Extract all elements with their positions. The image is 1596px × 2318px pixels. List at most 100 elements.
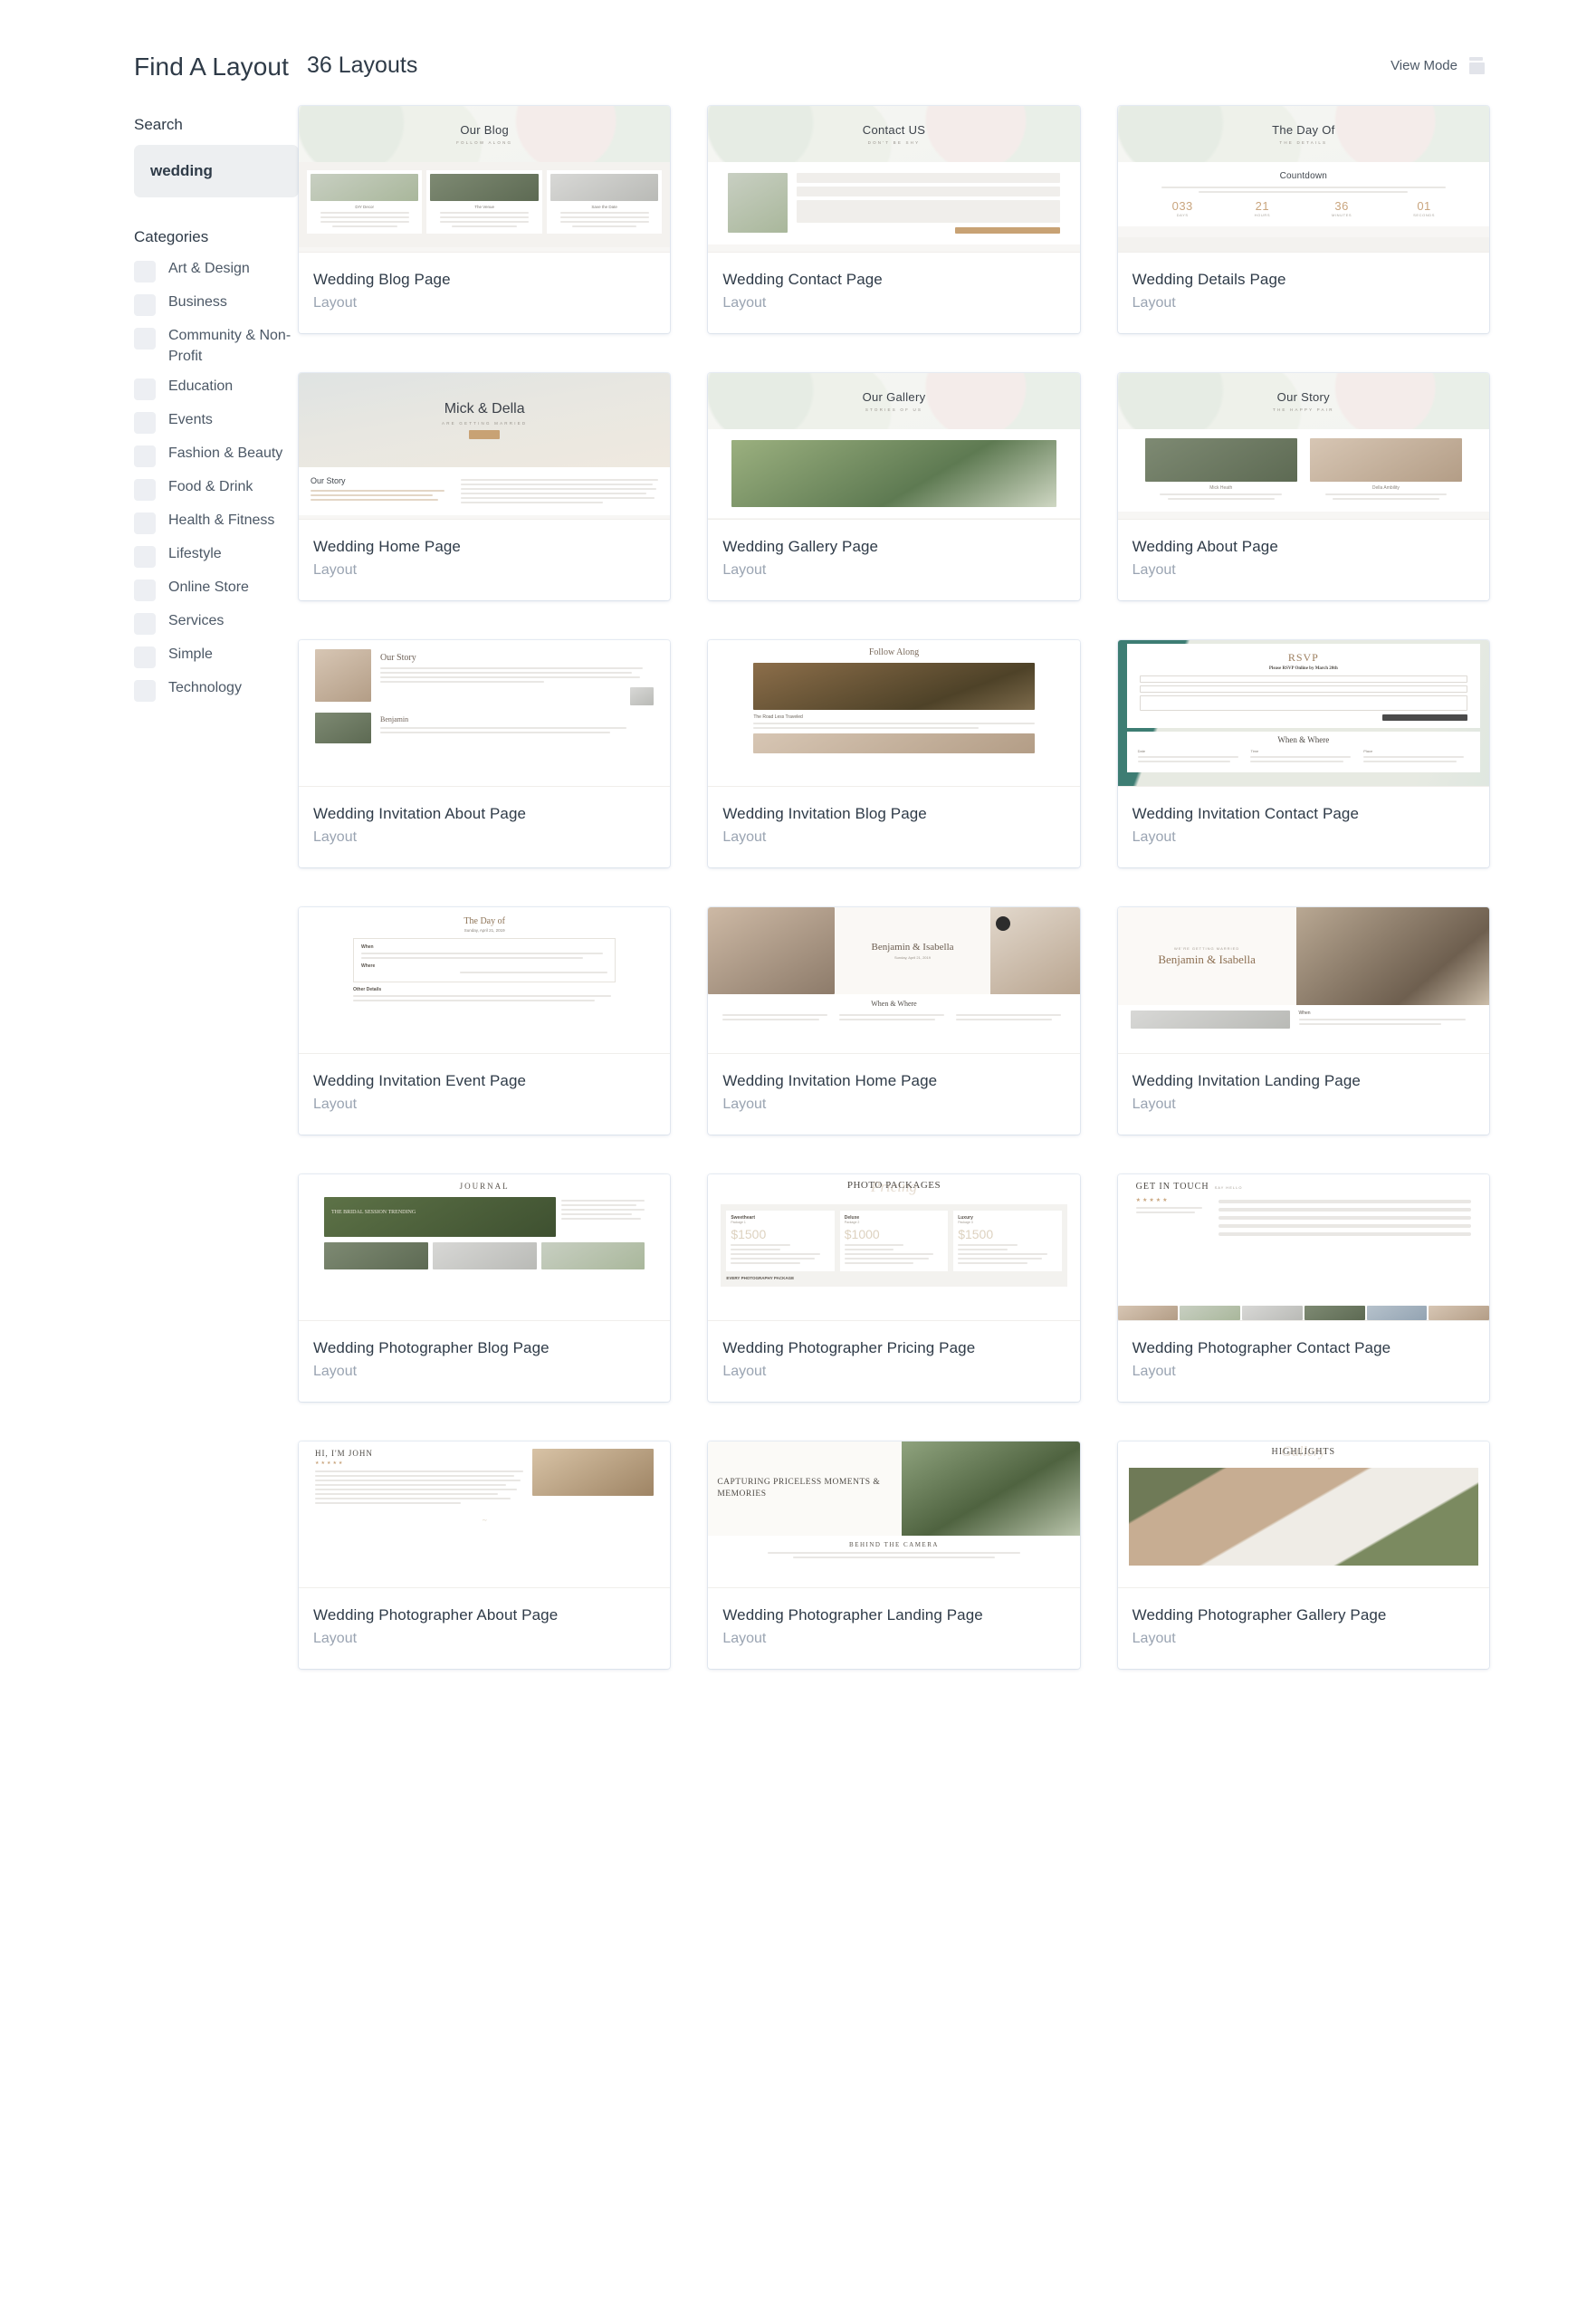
- checkbox-icon[interactable]: [134, 479, 156, 502]
- layout-card-footer: Wedding Invitation Home Page Layout: [708, 1054, 1079, 1135]
- checkbox-icon[interactable]: [134, 445, 156, 468]
- layout-card[interactable]: The Day Of THE DETAILS Countdown 033 DAY…: [1117, 106, 1489, 333]
- checkbox-icon[interactable]: [134, 580, 156, 602]
- search-label: Search: [134, 116, 183, 133]
- thumb-subheading: DON'T BE SHY: [867, 140, 921, 145]
- checkbox-icon[interactable]: [134, 512, 156, 535]
- thumb-heading: PHOTO PACKAGES: [846, 1180, 941, 1191]
- checkbox-icon[interactable]: [134, 328, 156, 350]
- category-item-technology[interactable]: Technology: [134, 678, 299, 703]
- layout-title: Wedding Invitation Blog Page: [722, 805, 927, 822]
- layout-card[interactable]: Contact US DON'T BE SHY Wedding Contact …: [708, 106, 1080, 333]
- layout-card[interactable]: JOURNAL THE BRIDAL SESSION TRENDING Wedd…: [299, 1174, 671, 1402]
- thumb-subheading: Sunday, April 21, 2019: [894, 955, 931, 961]
- layout-card-footer: Wedding Invitation Landing Page Layout: [1118, 1054, 1489, 1135]
- thumb-subheading: FOLLOW ALONG: [456, 140, 513, 145]
- layout-thumbnail: Our Story THE HAPPY PAIR Mick Heath Dell…: [1117, 373, 1489, 520]
- category-item-online-store[interactable]: Online Store: [134, 578, 299, 602]
- layout-title: Wedding Home Page: [313, 538, 461, 555]
- layout-thumbnail: Contact US DON'T BE SHY: [708, 106, 1080, 253]
- layout-card[interactable]: Pricing PHOTO PACKAGES Sweetheart Packag…: [708, 1174, 1080, 1402]
- category-label: Education: [168, 378, 234, 395]
- categories-label: Categories: [134, 228, 209, 245]
- layout-card[interactable]: The Day of Sunday, April 21, 2019 When W…: [299, 907, 671, 1135]
- layout-thumbnail: JOURNAL THE BRIDAL SESSION TRENDING: [299, 1174, 671, 1321]
- layout-card[interactable]: RSVP Please RSVP Online by March 20th Wh…: [1117, 640, 1489, 867]
- layout-card[interactable]: Our Story Benjamin Wedding Invitation Ab…: [299, 640, 671, 867]
- thumb-heading: Follow Along: [868, 647, 920, 657]
- category-label: Business: [168, 294, 227, 310]
- layout-card-footer: Wedding About Page Layout: [1118, 520, 1489, 600]
- category-item-fashion-beauty[interactable]: Fashion & Beauty: [134, 444, 299, 468]
- layout-thumbnail: CAPTURING PRICELESS MOMENTS & MEMORIES B…: [708, 1442, 1080, 1588]
- layout-card[interactable]: Our Blog FOLLOW ALONG DIY Decor The Venu…: [299, 106, 671, 333]
- search-input[interactable]: wedding: [134, 145, 299, 197]
- checkbox-icon[interactable]: [134, 647, 156, 669]
- grid-view-icon[interactable]: [1469, 56, 1489, 76]
- layout-card[interactable]: Our Gallery STORIES OF US Wedding Galler…: [708, 373, 1080, 600]
- layout-card[interactable]: HI, I'M JOHN ★★★★★ ~ Wedding Photographe…: [299, 1442, 671, 1669]
- thumb-heading: Mick & Della: [444, 401, 525, 417]
- layout-subtitle: Layout: [1132, 295, 1176, 311]
- category-item-health-fitness[interactable]: Health & Fitness: [134, 511, 299, 535]
- thumb-heading: HIGHLIGHTS: [1271, 1447, 1336, 1457]
- category-item-education[interactable]: Education: [134, 377, 299, 401]
- category-item-simple[interactable]: Simple: [134, 645, 299, 669]
- category-label: Lifestyle: [168, 546, 222, 562]
- view-mode-label: View Mode: [1391, 58, 1457, 73]
- layout-title: Wedding Invitation Event Page: [313, 1072, 527, 1089]
- layout-card[interactable]: Follow Along The Road Less Traveled Wedd…: [708, 640, 1080, 867]
- layout-card-footer: Wedding Gallery Page Layout: [708, 520, 1079, 600]
- countdown-value: 36: [1334, 199, 1349, 213]
- checkbox-icon[interactable]: [134, 261, 156, 283]
- checkbox-icon[interactable]: [134, 680, 156, 703]
- layout-title: Wedding Photographer Contact Page: [1132, 1339, 1391, 1356]
- thumb-heading: The Day of: [464, 916, 505, 926]
- layout-subtitle: Layout: [313, 1364, 358, 1379]
- thumb-heading: Our Blog: [460, 123, 510, 137]
- checkbox-icon[interactable]: [134, 294, 156, 316]
- layout-card[interactable]: WE'RE GETTING MARRIED Benjamin & Isabell…: [1117, 907, 1489, 1135]
- checkbox-icon[interactable]: [134, 378, 156, 401]
- view-mode-control[interactable]: View Mode: [1391, 56, 1489, 76]
- layout-card-footer: Wedding Photographer Gallery Page Layout: [1118, 1588, 1489, 1669]
- layout-card[interactable]: Gallery HIGHLIGHTS Wedding Photographer …: [1117, 1442, 1489, 1669]
- category-label: Online Store: [168, 580, 249, 596]
- checkbox-icon[interactable]: [134, 412, 156, 435]
- layout-card[interactable]: Our Story THE HAPPY PAIR Mick Heath Dell…: [1117, 373, 1489, 600]
- plan-price: $1500: [958, 1227, 994, 1241]
- results-header: 36 Layouts View Mode: [299, 53, 1489, 79]
- category-item-lifestyle[interactable]: Lifestyle: [134, 544, 299, 569]
- thumb-label: Other Details: [353, 987, 382, 992]
- thumb-label: When: [361, 944, 374, 950]
- category-item-services[interactable]: Services: [134, 611, 299, 636]
- checkbox-icon[interactable]: [134, 546, 156, 569]
- thumb-section-title: Countdown: [1279, 171, 1328, 181]
- thumb-column-label: Place: [1363, 749, 1373, 753]
- thumb-section-title: BEHIND THE CAMERA: [849, 1541, 939, 1548]
- plan-price: $1000: [844, 1227, 880, 1241]
- layout-card[interactable]: Benjamin & Isabella Sunday, April 21, 20…: [708, 907, 1080, 1135]
- category-item-community-non-profit[interactable]: Community & Non-Profit: [134, 326, 299, 367]
- page-title: Find A Layout: [134, 53, 289, 81]
- category-item-food-drink[interactable]: Food & Drink: [134, 477, 299, 502]
- layout-card[interactable]: CAPTURING PRICELESS MOMENTS & MEMORIES B…: [708, 1442, 1080, 1669]
- layout-subtitle: Layout: [1132, 1364, 1176, 1379]
- thumb-item-label: Save the Date: [591, 205, 617, 209]
- thumb-subheading: Please RSVP Online by March 20th: [1268, 666, 1338, 671]
- layout-card-footer: Wedding Contact Page Layout: [708, 253, 1079, 333]
- layout-subtitle: Layout: [722, 295, 767, 311]
- layout-title: Wedding Photographer Landing Page: [722, 1606, 983, 1624]
- category-label: Fashion & Beauty: [168, 445, 283, 462]
- category-item-business[interactable]: Business: [134, 292, 299, 316]
- thumb-name: Della Ambility: [1371, 485, 1400, 491]
- layout-card[interactable]: Mick & Della ARE GETTING MARRIED Our Sto…: [299, 373, 671, 600]
- checkbox-icon[interactable]: [134, 613, 156, 636]
- layout-card[interactable]: GET IN TOUCH SAY HELLO ★★★★★ Wedding Pho…: [1117, 1174, 1489, 1402]
- thumb-heading: Our Story: [380, 653, 416, 663]
- category-item-events[interactable]: Events: [134, 410, 299, 435]
- layout-thumbnail: Our Gallery STORIES OF US: [708, 373, 1080, 520]
- layout-subtitle: Layout: [313, 562, 358, 578]
- category-item-art-design[interactable]: Art & Design: [134, 259, 299, 283]
- category-list: Art & Design Business Community & Non-Pr…: [134, 259, 299, 703]
